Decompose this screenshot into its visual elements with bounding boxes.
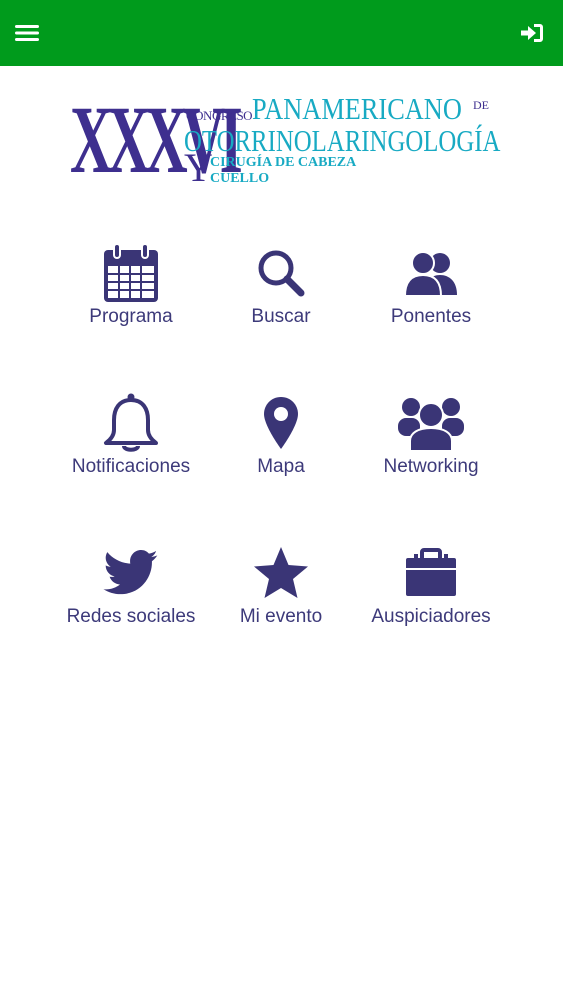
menu-item-redes-sociales[interactable]: Redes sociales — [56, 540, 206, 640]
menu-item-label: Mapa — [257, 456, 305, 477]
menu-item-label: Mi evento — [239, 606, 323, 627]
menu-item-label: Auspiciadores — [371, 606, 491, 627]
menu-item-networking[interactable]: Networking — [356, 390, 506, 490]
login-button[interactable] — [515, 16, 549, 50]
menu-item-buscar[interactable]: Buscar — [206, 240, 356, 340]
logo-y: Y — [184, 145, 213, 190]
logo-panamericano: PANAMERICANO — [252, 91, 462, 126]
search-icon — [258, 250, 305, 297]
menu-item-label: Networking — [383, 456, 479, 477]
menu-button[interactable] — [10, 16, 44, 50]
logo-congreso: CONGRESO — [186, 108, 253, 123]
top-app-bar — [0, 0, 563, 66]
calendar-icon — [104, 243, 158, 302]
menu-item-mapa[interactable]: Mapa — [206, 390, 356, 490]
map-marker-icon — [264, 397, 298, 449]
menu-item-ponentes[interactable]: Ponentes — [356, 240, 506, 340]
menu-item-label: Programa — [89, 306, 173, 327]
group-icon — [398, 398, 464, 452]
briefcase-icon — [406, 548, 456, 596]
logo-cirugia: CIRUGÍA DE CABEZA — [210, 155, 357, 170]
sign-in-icon — [521, 24, 543, 42]
menu-item-notificaciones[interactable]: Notificaciones — [56, 390, 206, 490]
menu-item-label: Buscar — [251, 306, 311, 327]
menu-item-auspiciadores[interactable]: Auspiciadores — [356, 540, 506, 640]
hamburger-menu-icon — [15, 25, 39, 41]
logo-de: DE — [473, 98, 489, 112]
congress-logo: XXXVI CONGRESO PANAMERICANO DE OTORRINOL… — [70, 91, 500, 192]
users-icon — [403, 251, 457, 297]
menu-item-label: Redes sociales — [66, 606, 196, 627]
menu-item-label: Ponentes — [390, 306, 472, 327]
star-icon — [254, 547, 308, 598]
menu-item-label: Notificaciones — [71, 456, 191, 477]
logo-cuello: CUELLO — [210, 171, 270, 186]
bell-icon — [104, 393, 158, 452]
logo-otorrinolaringologia: OTORRINOLARINGOLOGÍA — [184, 123, 501, 158]
menu-item-mi-evento[interactable]: Mi evento — [206, 540, 356, 640]
twitter-icon — [103, 550, 158, 595]
app-screen: XXXVI CONGRESO PANAMERICANO DE OTORRINOL… — [0, 0, 563, 1000]
menu-item-programa[interactable]: Programa — [56, 240, 206, 340]
